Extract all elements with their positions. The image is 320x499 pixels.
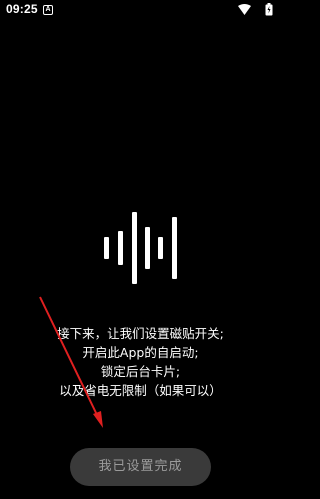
instruction-line: 开启此App的自启动; bbox=[82, 345, 199, 360]
instruction-line: 锁定后台卡片; bbox=[100, 364, 181, 379]
a-notification-icon: A bbox=[43, 5, 53, 15]
status-bar: 09:25 A bbox=[0, 0, 281, 22]
instruction-line: 接下来，让我们设置磁贴开关; bbox=[57, 326, 224, 341]
instruction-line: 以及省电无限制（如果可以） bbox=[59, 383, 222, 398]
wifi-icon bbox=[238, 4, 251, 15]
instructions-text: 接下来，让我们设置磁贴开关; 开启此App的自启动; 锁定后台卡片; 以及省电无… bbox=[0, 324, 281, 400]
status-time: 09:25 bbox=[6, 2, 38, 16]
setup-complete-button[interactable]: 我已设置完成 bbox=[70, 448, 211, 486]
voice-wave-icon bbox=[104, 212, 177, 284]
battery-icon bbox=[265, 3, 273, 16]
